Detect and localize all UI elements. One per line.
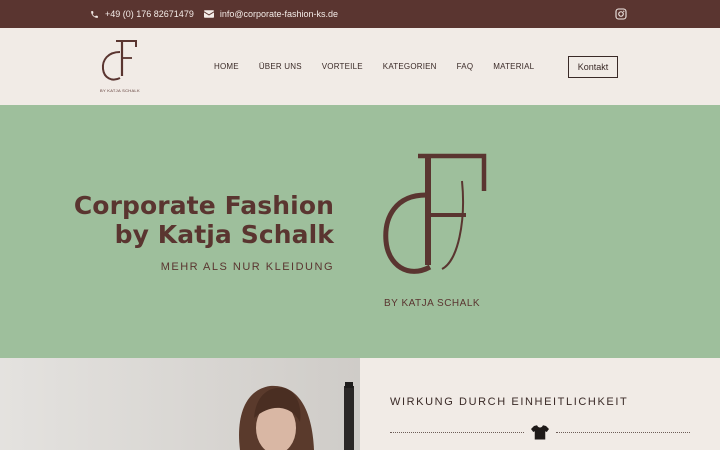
nav-item-kategorien[interactable]: KATEGORIEN <box>383 62 437 71</box>
hero-subtitle: MEHR ALS NUR KLEIDUNG <box>160 261 334 273</box>
site-header: BY KATJA SCHALK HOME ÜBER UNS VORTEILE K… <box>0 28 720 105</box>
email-link[interactable]: info@corporate-fashion-ks.de <box>203 9 339 19</box>
feature-section: WIRKUNG DURCH EINHEITLICHKEIT <box>360 358 720 450</box>
nav-item-vorteile[interactable]: VORTEILE <box>322 62 363 71</box>
email-address: info@corporate-fashion-ks.de <box>219 9 339 19</box>
portrait-image <box>0 358 360 450</box>
hero-title: Corporate Fashion by Katja Schalk <box>74 191 334 249</box>
cf-logo-large <box>383 153 487 274</box>
contact-info: +49 (0) 176 82671479 info@corporate-fash… <box>90 0 348 28</box>
divider-left <box>390 432 524 433</box>
nav-item-home[interactable]: HOME <box>214 62 239 71</box>
kontakt-button[interactable]: Kontakt <box>568 56 618 78</box>
logo-tagline: BY KATJA SCHALK <box>100 88 140 93</box>
phone-icon <box>91 10 98 18</box>
hero-title-line1: Corporate Fashion <box>73 191 334 220</box>
tshirt-icon <box>531 425 549 440</box>
nav-item-ueber-uns[interactable]: ÜBER UNS <box>259 62 302 71</box>
nav-item-faq[interactable]: FAQ <box>457 62 474 71</box>
phone-number: +49 (0) 176 82671479 <box>105 9 194 19</box>
instagram-icon[interactable] <box>615 8 627 20</box>
logo[interactable]: BY KATJA SCHALK <box>100 38 140 96</box>
top-bar: +49 (0) 176 82671479 info@corporate-fash… <box>0 0 720 28</box>
phone-link[interactable]: +49 (0) 176 82671479 <box>90 9 194 19</box>
section-title: WIRKUNG DURCH EINHEITLICHKEIT <box>390 396 629 408</box>
envelope-icon <box>203 10 214 18</box>
hero-section: Corporate Fashion by Katja Schalk MEHR A… <box>0 105 720 358</box>
nav-item-material[interactable]: MATERIAL <box>493 62 534 71</box>
hero-logo-tagline: BY KATJA SCHALK <box>384 298 481 309</box>
cf-logo-mark <box>101 40 137 81</box>
portrait-photo <box>0 358 360 450</box>
main-nav: HOME ÜBER UNS VORTEILE KATEGORIEN FAQ MA… <box>214 28 554 105</box>
divider-right <box>556 432 690 433</box>
hero-title-line2: by Katja Schalk <box>114 220 334 249</box>
